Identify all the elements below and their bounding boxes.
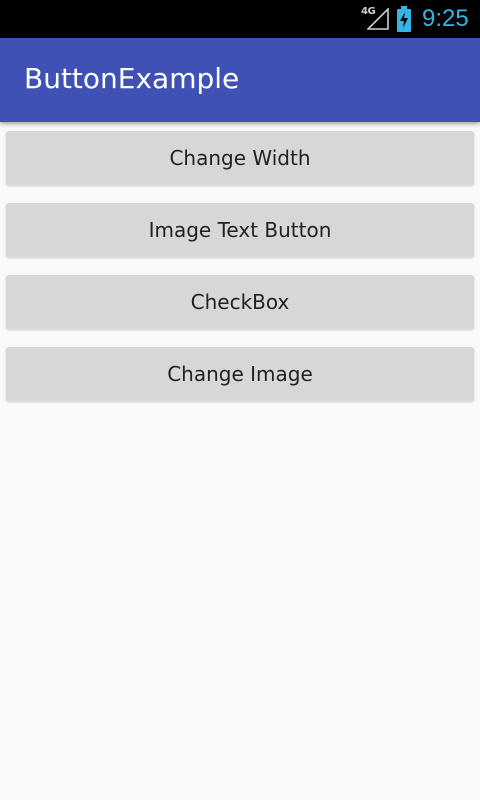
main-content: Change Width Image Text Button CheckBox … <box>0 122 480 800</box>
change-image-button[interactable]: Change Image <box>6 347 474 401</box>
battery-charging-icon <box>397 6 411 32</box>
change-width-button[interactable]: Change Width <box>6 131 474 185</box>
status-bar: 4G 9:25 <box>0 0 480 38</box>
signal-icon <box>367 8 389 30</box>
status-clock: 9:25 <box>422 5 469 32</box>
app-bar: ButtonExample <box>0 38 480 122</box>
app-title: ButtonExample <box>24 62 240 95</box>
image-text-button[interactable]: Image Text Button <box>6 203 474 257</box>
checkbox-button[interactable]: CheckBox <box>6 275 474 329</box>
